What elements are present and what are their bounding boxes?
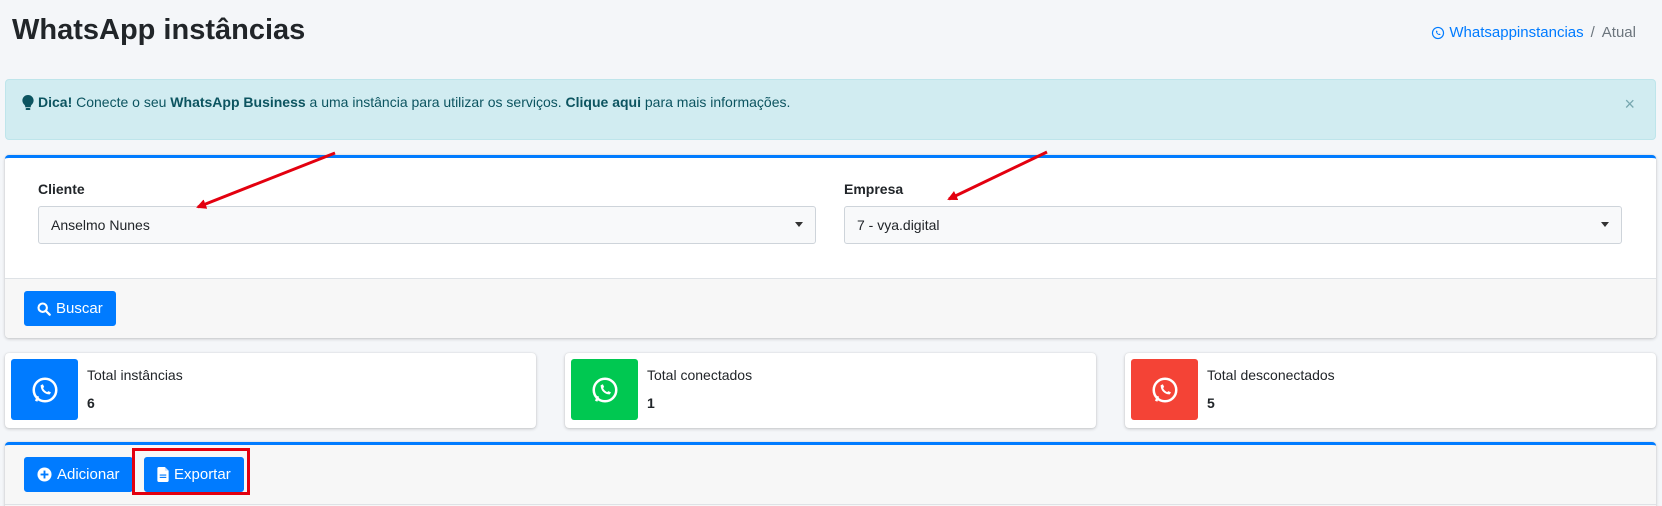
add-button-label: Adicionar [57, 466, 120, 483]
stat-value: 5 [1207, 395, 1215, 411]
actions-card: Adicionar Exportar [5, 442, 1656, 506]
divider [5, 504, 1656, 505]
page-title: WhatsApp instâncias [12, 14, 306, 46]
file-icon [157, 467, 169, 482]
alert-text-1: Conecte o seu [72, 94, 171, 110]
stat-label: Total instâncias [87, 367, 183, 383]
whatsapp-icon [1432, 26, 1445, 39]
whatsapp-icon [571, 359, 638, 420]
stat-box-total-desconectados: Total desconectados 5 [1125, 353, 1656, 428]
lightbulb-icon [22, 94, 34, 110]
cliente-label: Cliente [38, 181, 85, 197]
stat-label: Total conectados [647, 367, 753, 383]
breadcrumb-link-label: Whatsappinstancias [1449, 24, 1584, 41]
chevron-down-icon [1601, 222, 1609, 227]
empresa-select-value: 7 - vya.digital [857, 217, 940, 233]
breadcrumb-link-whatsappinstancias[interactable]: Whatsappinstancias [1431, 24, 1584, 41]
empresa-label: Empresa [844, 181, 904, 197]
export-button-label: Exportar [174, 466, 231, 483]
whatsapp-icon [11, 359, 78, 420]
search-button-label: Buscar [56, 300, 103, 317]
alert-click-here-link[interactable]: Clique aqui [566, 94, 641, 110]
tip-alert: Dica! Conecte o seu WhatsApp Business a … [5, 79, 1656, 140]
empresa-select[interactable]: 7 - vya.digital [844, 206, 1622, 244]
close-alert-button[interactable]: × [1624, 94, 1635, 115]
alert-prefix: Dica! [38, 94, 73, 110]
alert-text-3: para mais informações. [641, 94, 791, 110]
breadcrumb-current: Atual [1601, 24, 1636, 41]
stat-value: 6 [87, 395, 95, 411]
breadcrumb: Whatsappinstancias / Atual [1431, 24, 1636, 41]
cliente-select[interactable]: Anselmo Nunes [38, 206, 816, 244]
add-button[interactable]: Adicionar [24, 457, 133, 492]
stat-value: 1 [647, 395, 655, 411]
plus-circle-icon [37, 467, 52, 482]
whatsapp-icon [1131, 359, 1198, 420]
search-icon [37, 301, 51, 316]
breadcrumb-separator: / [1590, 24, 1595, 41]
search-button[interactable]: Buscar [24, 291, 116, 326]
export-button[interactable]: Exportar [144, 457, 244, 492]
cliente-select-value: Anselmo Nunes [51, 217, 150, 233]
alert-bold-whatsapp-business: WhatsApp Business [170, 94, 306, 110]
alert-text-2: a uma instância para utilizar os serviço… [305, 94, 566, 110]
stat-label: Total desconectados [1207, 367, 1335, 383]
stat-box-total-instancias: Total instâncias 6 [5, 353, 536, 428]
stat-box-total-conectados: Total conectados 1 [565, 353, 1096, 428]
chevron-down-icon [795, 222, 803, 227]
alert-message: Dica! Conecte o seu WhatsApp Business a … [22, 94, 790, 110]
filter-card-footer: Buscar [5, 278, 1656, 338]
filter-card: Cliente Anselmo Nunes Empresa 7 - vya.di… [5, 155, 1656, 338]
